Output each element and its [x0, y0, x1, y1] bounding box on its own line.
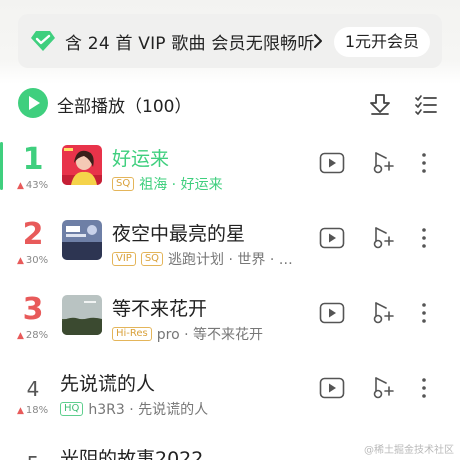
now-playing-indicator	[0, 142, 3, 190]
mv-play-icon[interactable]	[319, 377, 345, 399]
playlist-header: 全部播放（100）	[0, 84, 460, 124]
artist-album: 祖海 · 好运来	[139, 177, 223, 193]
vip-banner[interactable]: 含 24 首 VIP 歌曲 会员无限畅听 1元开会员	[18, 14, 442, 68]
add-to-playlist-icon[interactable]	[372, 151, 394, 175]
add-to-playlist-icon[interactable]	[372, 301, 394, 325]
song-title: 光阴的故事2022	[60, 448, 204, 460]
song-meta: VIP SQ 逃跑计划 · 世界 · …	[112, 249, 293, 269]
artist-album: 逃跑计划 · 世界 · …	[168, 252, 293, 268]
hires-badge: Hi-Res	[112, 327, 152, 341]
play-icon	[29, 96, 40, 110]
more-options-icon[interactable]	[418, 151, 430, 175]
song-meta: HQ h3R3 · 先说谎的人	[60, 399, 208, 419]
song-title: 夜空中最亮的星	[112, 223, 246, 245]
song-row[interactable]: 1 ▲ 43% 好运来 SQ 祖海 · 好运来	[0, 137, 460, 211]
rank-trend: ▲ 43%	[17, 180, 49, 191]
song-meta: SQ 祖海 · 好运来	[112, 174, 223, 194]
song-title: 等不来花开	[112, 298, 208, 320]
rank-number: 4	[26, 377, 40, 401]
rank-number: 2	[22, 217, 44, 252]
download-icon[interactable]	[368, 92, 392, 116]
more-options-icon[interactable]	[418, 226, 430, 250]
vip-badge: VIP	[112, 252, 136, 266]
mv-play-icon[interactable]	[319, 302, 345, 324]
song-row[interactable]: 2 ▲ 30% 夜空中最亮的星 VIP SQ 逃跑计划 · 世界 · …	[0, 212, 460, 286]
more-options-icon[interactable]	[418, 376, 430, 400]
rank-trend: ▲ 18%	[17, 405, 49, 416]
rank-trend: ▲ 28%	[17, 330, 49, 341]
quality-badge: HQ	[60, 402, 84, 416]
song-title: 好运来	[112, 148, 170, 170]
album-cover	[62, 145, 102, 185]
diamond-icon	[31, 31, 55, 51]
open-vip-button[interactable]: 1元开会员	[333, 27, 430, 57]
multi-select-icon[interactable]	[414, 92, 438, 116]
song-row[interactable]: 3 ▲ 28% 等不来花开 Hi-Res pro · 等不来花开	[0, 287, 460, 361]
album-cover	[62, 220, 102, 260]
artist-album: pro · 等不来花开	[156, 327, 264, 343]
add-to-playlist-icon[interactable]	[372, 226, 394, 250]
song-meta: Hi-Res pro · 等不来花开	[112, 324, 263, 344]
rank-number: 1	[22, 142, 44, 177]
album-cover	[62, 295, 102, 335]
song-row[interactable]: 4 ▲ 18% 先说谎的人 HQ h3R3 · 先说谎的人	[0, 362, 460, 436]
rank-trend: ▲ 30%	[17, 255, 49, 266]
mv-play-icon[interactable]	[319, 152, 345, 174]
vip-banner-text: 含 24 首 VIP 歌曲 会员无限畅听	[65, 34, 315, 54]
play-all-label[interactable]: 全部播放（100）	[57, 92, 191, 117]
watermark: @稀土掘金技术社区	[364, 445, 454, 456]
song-title: 先说谎的人	[60, 373, 156, 395]
quality-badge: SQ	[112, 177, 135, 191]
artist-album: h3R3 · 先说谎的人	[88, 402, 209, 418]
mv-play-icon[interactable]	[319, 227, 345, 249]
play-all-button[interactable]	[18, 88, 48, 118]
more-options-icon[interactable]	[418, 301, 430, 325]
quality-badge: SQ	[140, 252, 164, 266]
add-to-playlist-icon[interactable]	[372, 376, 394, 400]
chevron-right-icon	[314, 34, 322, 48]
rank-number: 5	[18, 445, 48, 460]
rank-number: 3	[22, 292, 44, 327]
